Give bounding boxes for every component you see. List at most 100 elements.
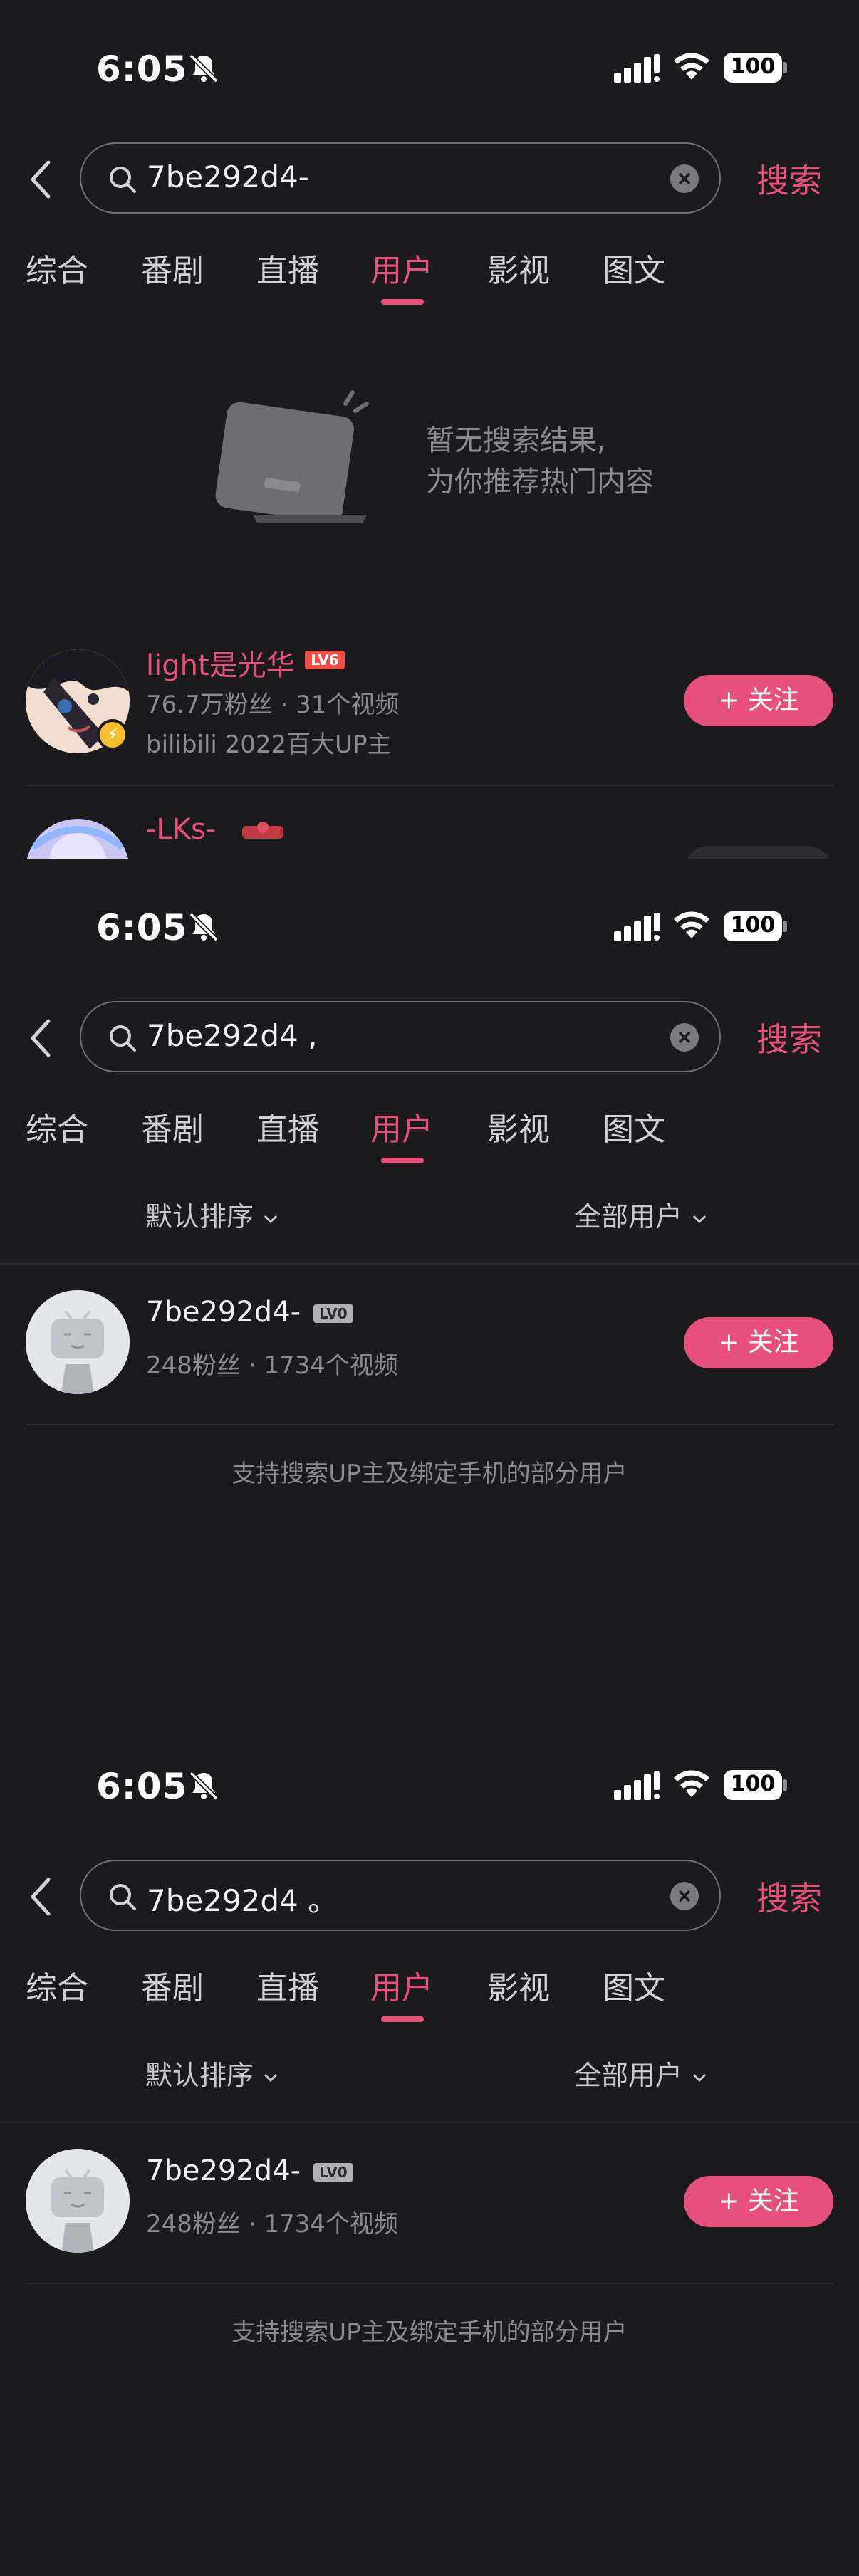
default-avatar-icon [26, 1290, 130, 1394]
tab-bar: 综合 番剧 直播 用户 影视 图文 [0, 1101, 859, 1165]
tab-users[interactable]: 用户 [370, 245, 433, 290]
tab-articles[interactable]: 图文 [603, 1962, 665, 2008]
tab-all[interactable]: 综合 [26, 1962, 88, 2008]
wifi-icon [674, 1770, 709, 1797]
follow-button[interactable]: + 关注 [684, 675, 833, 726]
search-button[interactable]: 搜索 [756, 1873, 822, 1920]
level-badge: LV0 [313, 2163, 353, 2182]
chevron-down-icon [264, 2073, 278, 2083]
user-name[interactable]: -LKs- [146, 813, 216, 846]
filter-row: 默认排序 全部用户 [0, 1179, 859, 1265]
avatar[interactable] [26, 1290, 130, 1394]
status-time: 6:05 [96, 48, 188, 90]
user-stats: 76.7万粉丝 · 31个视频 [146, 691, 400, 719]
chevron-down-icon [693, 2073, 707, 2083]
search-query-text: 7be292d4- [147, 159, 309, 194]
search-screen-user-results: 6:05 100 [0, 859, 859, 1717]
tab-film[interactable]: 影视 [487, 1962, 550, 2008]
search-screen-no-results: 6:05 100 7be292d4- 搜索 综合 番剧 直播 用户 影视 图文 … [0, 0, 859, 859]
follow-button[interactable] [684, 846, 833, 859]
avatar[interactable] [26, 2149, 130, 2253]
clear-icon[interactable] [670, 164, 699, 194]
battery-level: 100 [730, 913, 776, 938]
search-button[interactable]: 搜索 [756, 155, 822, 202]
recommended-user-row[interactable]: ⚡ light是光华 LV6 76.7万粉丝 · 31个视频 bilibili … [0, 641, 859, 783]
search-input[interactable]: 7be292d4 。 [80, 1860, 721, 1931]
tab-users[interactable]: 用户 [370, 1104, 433, 1149]
signal-icon [614, 1771, 660, 1800]
tab-live[interactable]: 直播 [256, 245, 319, 290]
search-bar-row: 7be292d4 。 搜索 [0, 1860, 859, 1934]
tab-articles[interactable]: 图文 [603, 245, 665, 290]
tab-all[interactable]: 综合 [26, 1104, 88, 1149]
battery-level: 100 [730, 54, 776, 79]
battery-level: 100 [730, 1771, 776, 1796]
user-description: bilibili 2022百大UP主 [146, 731, 392, 759]
battery-nub [783, 1779, 787, 1791]
empty-state-line-2: 为你推荐热门内容 [426, 466, 654, 498]
search-query-text: 7be292d4 。 [147, 1883, 338, 1918]
user-filter-dropdown[interactable]: 全部用户 [574, 2053, 708, 2093]
user-filter-label: 全部用户 [574, 2060, 683, 2091]
search-button[interactable]: 搜索 [756, 1014, 822, 1061]
avatar[interactable] [26, 819, 130, 859]
active-tab-indicator [381, 299, 424, 305]
back-button[interactable] [21, 1017, 61, 1059]
search-input[interactable]: 7be292d4- [80, 142, 721, 214]
back-button[interactable] [21, 158, 61, 201]
tab-film[interactable]: 影视 [487, 1104, 550, 1149]
bell-mute-icon [189, 1771, 219, 1801]
signal-icon [614, 913, 660, 941]
sort-dropdown[interactable]: 默认排序 [145, 2053, 279, 2093]
tab-film[interactable]: 影视 [487, 245, 550, 290]
tab-live[interactable]: 直播 [256, 1962, 319, 2008]
tab-live[interactable]: 直播 [256, 1104, 319, 1149]
search-icon [110, 167, 136, 193]
medal-icon [242, 822, 283, 839]
tab-bangumi[interactable]: 番剧 [141, 1104, 204, 1149]
clear-icon[interactable] [670, 1022, 699, 1052]
tab-all[interactable]: 综合 [26, 245, 88, 290]
bell-mute-icon [189, 53, 219, 83]
divider [26, 2283, 833, 2284]
tab-bar: 综合 番剧 直播 用户 影视 图文 [0, 242, 859, 306]
user-name[interactable]: light是光华 [146, 642, 295, 684]
status-bar: 6:05 100 [0, 1760, 859, 1810]
signal-icon [614, 54, 660, 83]
search-scope-note: 支持搜索UP主及绑定手机的部分用户 [231, 2318, 628, 2347]
level-badge: LV0 [313, 1304, 353, 1323]
search-input[interactable]: 7be292d4 , [80, 1001, 721, 1072]
follow-button[interactable]: + 关注 [684, 2176, 833, 2227]
follow-button[interactable]: + 关注 [684, 1317, 833, 1368]
tab-articles[interactable]: 图文 [603, 1104, 665, 1149]
search-screen-user-results: 6:05 100 [0, 1717, 859, 2576]
sort-dropdown-label: 默认排序 [145, 2060, 254, 2091]
filter-row: 默认排序 全部用户 [0, 2038, 859, 2123]
user-name[interactable]: 7be292d4- [146, 1296, 301, 1329]
wifi-icon [674, 911, 709, 938]
verified-badge-icon: ⚡ [97, 719, 128, 750]
sort-dropdown[interactable]: 默认排序 [145, 1195, 279, 1234]
recommended-user-row[interactable]: -LKs- [0, 809, 859, 859]
user-filter-dropdown[interactable]: 全部用户 [574, 1195, 708, 1234]
search-bar-row: 7be292d4 , 搜索 [0, 1001, 859, 1075]
empty-state-message: 暂无搜索结果, 为你推荐热门内容 [426, 420, 654, 503]
tab-bar: 综合 番剧 直播 用户 影视 图文 [0, 1959, 859, 2023]
user-name[interactable]: 7be292d4- [146, 2154, 301, 2187]
search-icon [110, 1025, 136, 1052]
avatar-image [26, 819, 130, 859]
tab-users[interactable]: 用户 [370, 1962, 433, 2008]
status-time: 6:05 [96, 1766, 188, 1807]
status-bar: 6:05 100 [0, 43, 859, 93]
empty-state-line-1: 暂无搜索结果, [426, 424, 606, 457]
user-result-row[interactable]: 7be292d4- LV0 248粉丝 · 1734个视频 + 关注 [0, 2145, 859, 2287]
user-result-row[interactable]: 7be292d4- LV0 248粉丝 · 1734个视频 + 关注 [0, 1286, 859, 1428]
back-button[interactable] [21, 1875, 61, 1918]
search-query-text: 7be292d4 , [147, 1018, 318, 1053]
tab-bangumi[interactable]: 番剧 [141, 1962, 204, 2008]
clear-icon[interactable] [670, 1881, 699, 1911]
search-bar-row: 7be292d4- 搜索 [0, 142, 859, 216]
battery-nub [783, 921, 787, 932]
tab-bangumi[interactable]: 番剧 [141, 245, 204, 290]
wifi-icon [674, 53, 709, 80]
